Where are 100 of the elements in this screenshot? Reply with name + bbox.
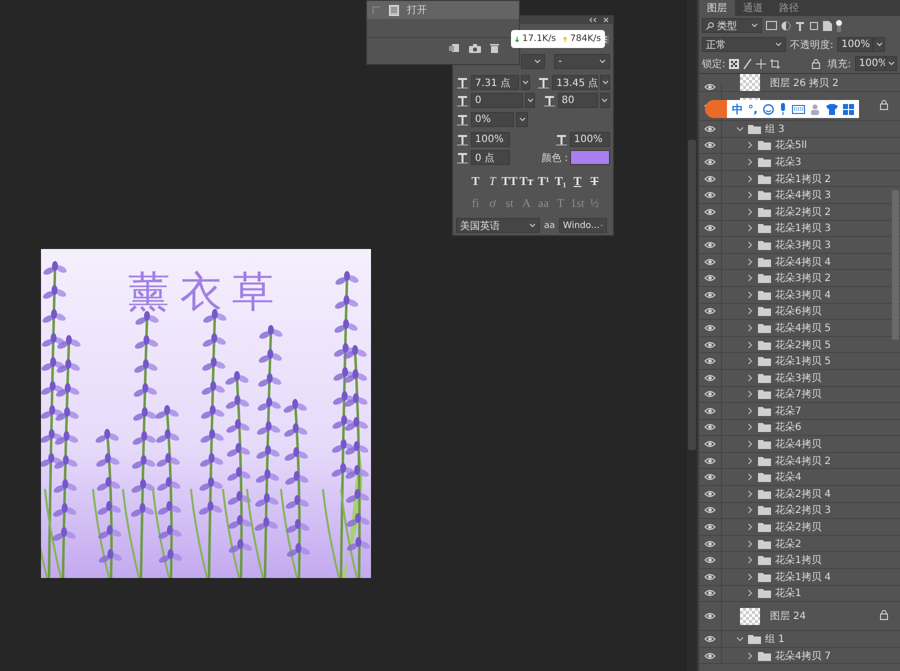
layer-name[interactable]: 花朵1	[775, 586, 802, 600]
eye-icon[interactable]	[704, 174, 716, 183]
eye-icon[interactable]	[704, 224, 716, 232]
layer-name[interactable]: 花朵4拷贝 3	[775, 188, 831, 202]
ime-logo-icon[interactable]	[705, 100, 727, 118]
layer-name[interactable]: 花朵5ll	[775, 138, 807, 152]
new-document-icon[interactable]	[449, 43, 460, 53]
eye-icon[interactable]	[704, 324, 716, 332]
text-style-button[interactable]: T	[467, 174, 484, 189]
grid-icon[interactable]	[842, 104, 854, 114]
eye-icon[interactable]	[704, 124, 716, 133]
layer-name[interactable]: 花朵1拷贝 4	[775, 570, 831, 584]
dropdown-button[interactable]	[524, 93, 536, 108]
dropdown-button[interactable]	[520, 75, 530, 90]
eye-icon[interactable]	[704, 572, 716, 581]
eye-icon[interactable]	[704, 191, 716, 200]
chevron-icon[interactable]	[746, 440, 754, 448]
microphone-icon[interactable]	[778, 103, 787, 115]
text-style-button[interactable]: T	[569, 174, 586, 189]
chevron-icon[interactable]	[736, 635, 744, 644]
font-style-dropdown[interactable]: -	[554, 54, 610, 69]
font-family-dropdown[interactable]	[520, 54, 546, 69]
language-dropdown[interactable]: 美国英语	[456, 218, 540, 233]
eye-icon[interactable]	[704, 473, 716, 482]
text-style-button[interactable]: T¹	[535, 174, 552, 189]
shape-filter-icon[interactable]	[809, 20, 819, 30]
chevron-icon[interactable]	[746, 473, 754, 482]
eye-icon[interactable]	[704, 540, 716, 548]
layer-name[interactable]: 组 3	[765, 122, 785, 136]
dropdown-button[interactable]	[600, 75, 610, 90]
chevron-icon[interactable]	[736, 124, 744, 133]
chevron-icon[interactable]	[746, 340, 754, 349]
layer-name[interactable]: 花朵4拷贝	[775, 437, 822, 452]
layer-name[interactable]: 花朵2拷贝 3	[775, 503, 831, 518]
history-item[interactable]: 打开	[407, 3, 427, 17]
eye-icon[interactable]	[704, 307, 716, 316]
chevron-icon[interactable]	[746, 274, 754, 282]
text-style-button[interactable]: T	[484, 174, 501, 189]
eye-icon[interactable]	[704, 506, 716, 514]
smart-object-filter-icon[interactable]	[823, 20, 832, 30]
layer-name[interactable]: 花朵3拷贝 2	[775, 271, 831, 286]
crop-icon[interactable]	[770, 58, 780, 68]
chevron-icon[interactable]	[746, 406, 754, 415]
layer-name[interactable]: 花朵3拷贝	[775, 370, 822, 385]
layer-name[interactable]: 组 1	[765, 632, 785, 646]
smiley-icon[interactable]	[762, 104, 774, 114]
layer-name[interactable]: 花朵4拷贝 7	[775, 648, 831, 663]
eye-icon[interactable]	[704, 523, 716, 532]
text-style-button[interactable]: T	[586, 174, 603, 189]
chevron-icon[interactable]	[746, 141, 754, 150]
eye-icon[interactable]	[704, 556, 716, 564]
ime-mode-button[interactable]: 中	[732, 102, 743, 116]
layer-name[interactable]: 花朵1拷贝 3	[775, 221, 831, 236]
font-size-field[interactable]: 7.31 点	[471, 75, 519, 90]
layer-name[interactable]: 花朵4拷贝 5	[775, 320, 831, 335]
layer-name[interactable]: 花朵3	[775, 154, 802, 169]
eye-icon[interactable]	[704, 141, 716, 150]
chevron-icon[interactable]	[746, 290, 754, 299]
tracking-field[interactable]: 80	[558, 93, 598, 108]
eye-icon[interactable]	[704, 390, 716, 398]
type-filter-icon[interactable]	[795, 20, 805, 30]
chevron-icon[interactable]	[746, 158, 754, 166]
layer-name[interactable]: 花朵1拷贝 2	[775, 172, 831, 186]
eye-icon[interactable]	[704, 406, 716, 415]
eye-icon[interactable]	[704, 423, 716, 432]
close-icon[interactable]	[603, 17, 609, 23]
panel-tab[interactable]: 通道	[735, 0, 771, 16]
dropdown-button[interactable]	[516, 112, 528, 127]
layer-name[interactable]: 花朵2拷贝	[775, 520, 822, 534]
chevron-icon[interactable]	[746, 258, 754, 266]
leading-field[interactable]: 13.45 点	[552, 75, 598, 90]
eye-icon[interactable]	[704, 440, 716, 448]
chevron-icon[interactable]	[746, 540, 754, 548]
chevron-icon[interactable]	[746, 456, 754, 465]
camera-icon[interactable]	[469, 44, 481, 52]
lock-pixels-icon[interactable]	[729, 58, 740, 68]
eye-icon[interactable]	[704, 456, 716, 465]
layer-name[interactable]: 花朵2拷贝 5	[775, 338, 831, 352]
chevron-icon[interactable]	[746, 208, 754, 216]
chevron-icon[interactable]	[746, 490, 754, 498]
eye-icon[interactable]	[704, 612, 716, 620]
layer-name[interactable]: 花朵2	[775, 536, 802, 551]
chevron-icon[interactable]	[746, 357, 754, 366]
eye-icon[interactable]	[704, 357, 716, 366]
antialias-dropdown[interactable]: Windo...	[559, 218, 607, 233]
color-swatch[interactable]	[570, 150, 610, 165]
adjustment-filter-icon[interactable]	[781, 20, 791, 30]
text-style-button[interactable]: Tт	[518, 174, 535, 189]
eye-icon[interactable]	[704, 652, 716, 660]
text-style-button[interactable]: TT	[501, 174, 518, 189]
dropdown-button[interactable]	[873, 37, 886, 52]
image-filter-icon[interactable]	[766, 21, 777, 30]
horizontal-scale-field[interactable]: 100%	[570, 132, 610, 147]
eye-icon[interactable]	[704, 158, 716, 166]
layer-name[interactable]: 花朵2拷贝 4	[775, 486, 831, 501]
panel-tab[interactable]: 图层	[699, 0, 735, 16]
layer-name[interactable]: 花朵6	[775, 420, 802, 434]
layer-name[interactable]: 花朵4拷贝 4	[775, 254, 831, 269]
layer-name[interactable]: 图层 24	[770, 609, 806, 624]
scrollbar-thumb[interactable]	[892, 190, 899, 340]
